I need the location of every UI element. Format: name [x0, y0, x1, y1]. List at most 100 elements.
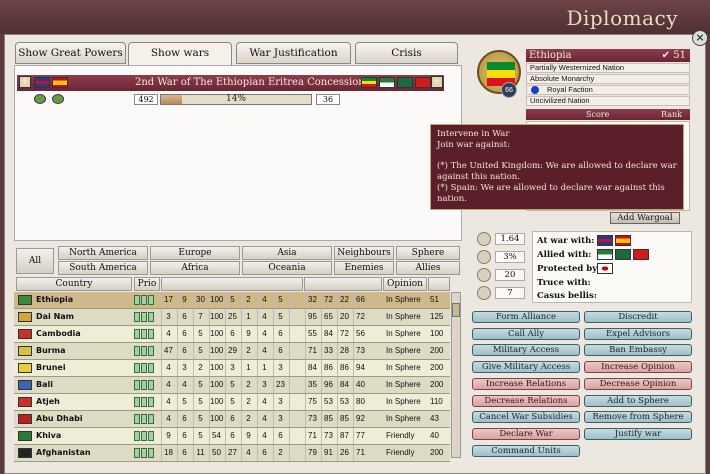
wars-list: [14, 65, 462, 241]
filter-neighbours[interactable]: Neighbours: [334, 246, 394, 260]
score-label: Score: [586, 110, 610, 119]
filter-all[interactable]: All: [16, 248, 54, 274]
tab-war-justification[interactable]: War Justification: [236, 42, 351, 64]
action-call-ally-button[interactable]: Call Ally: [472, 327, 580, 340]
ally-flag-a-icon[interactable]: [597, 249, 613, 260]
ally-flag-b-icon[interactable]: [615, 249, 631, 260]
action-command-units-button[interactable]: Command Units: [472, 444, 580, 457]
sort-influence-icon[interactable]: [428, 277, 450, 291]
action-expel-advisors-button[interactable]: Expel Advisors: [584, 327, 692, 340]
truce-label: Truce with:: [537, 278, 591, 288]
action-discredit-button[interactable]: Discredit: [584, 311, 692, 323]
priority-toggle[interactable]: [134, 431, 156, 441]
table-row[interactable]: Atjeh 4 5 5 100 5 2 4 3 75 53 53 80 In Sphere 110: [14, 394, 450, 411]
casus-label: Casus bellis:: [537, 291, 597, 301]
enemy-spain-flag-icon[interactable]: [615, 235, 631, 246]
table-cell: 92: [353, 411, 367, 427]
filter-asia[interactable]: Asia: [242, 246, 332, 260]
table-row[interactable]: Brunei 4 3 2 100 3 1 1 3 84 86 86 94 In Sphere 200: [14, 360, 450, 377]
table-cell: 71: [305, 428, 319, 444]
action-cancel-war-subsidies-button[interactable]: Cancel War Subsidies: [472, 411, 580, 424]
tab-great-powers[interactable]: Show Great Powers: [15, 42, 126, 64]
scroll-thumb[interactable]: [452, 303, 460, 317]
table-cell: 27: [225, 445, 239, 461]
table-cell: 6: [273, 326, 287, 342]
priority-toggle[interactable]: [134, 312, 156, 322]
table-row[interactable]: Afghanistan 18 6 11 50 27 4 6 2 79 91 26 71 Friendly 2…: [14, 445, 450, 462]
action-decrease-opinion-button[interactable]: Decrease Opinion: [584, 377, 692, 390]
priority-toggle[interactable]: [134, 295, 156, 305]
filter-south-america[interactable]: South America: [58, 261, 148, 275]
country-flag-icon: [18, 312, 32, 322]
action-military-access-button[interactable]: Military Access: [472, 344, 580, 357]
table-cell: [289, 326, 303, 342]
table-row[interactable]: Burma 47 6 5 100 29 2 4 6 71 33 28 73 In Sphere 200: [14, 343, 450, 360]
sort-opinion[interactable]: Opinion: [383, 277, 427, 291]
action-give-military-access-button[interactable]: Give Military Access: [472, 361, 580, 374]
table-cell: 53: [337, 394, 351, 410]
table-row[interactable]: Khiva 9 6 5 54 6 9 4 6 71 73 87 77 Friendly 40: [14, 428, 450, 445]
country-name-cell: Burma: [36, 346, 66, 355]
filter-europe[interactable]: Europe: [150, 246, 240, 260]
rank-badge: 66: [501, 82, 517, 98]
filter-oceania[interactable]: Oceania: [242, 261, 332, 275]
priority-toggle[interactable]: [134, 397, 156, 407]
prestige-icon: ✔: [661, 50, 670, 61]
sort-country[interactable]: Country: [16, 277, 132, 291]
intervene-tooltip: Intervene in War Join war against: (*) T…: [430, 124, 684, 210]
table-row[interactable]: Bali 4 4 5 100 5 2 3 23 35 96 84 40 In Sphere 200: [14, 377, 450, 394]
add-wargoal-button[interactable]: Add Wargoal: [610, 212, 680, 224]
filter-enemies[interactable]: Enemies: [334, 261, 394, 275]
table-cell: 25: [225, 309, 239, 325]
priority-toggle[interactable]: [134, 380, 156, 390]
priority-toggle[interactable]: [134, 363, 156, 373]
table-row[interactable]: Abu Dhabi 4 6 5 100 6 2 4 3 73 85 85 92 In Sphere 43: [14, 411, 450, 428]
action-increase-relations-button[interactable]: Increase Relations: [472, 377, 580, 390]
table-cell: 6: [273, 343, 287, 359]
protector-flag-icon[interactable]: [597, 263, 613, 274]
action-remove-from-sphere-button[interactable]: Remove from Sphere: [584, 411, 692, 424]
influence-cell: 125: [430, 312, 444, 321]
opinion-cell: In Sphere: [386, 414, 421, 423]
expand-war-button[interactable]: +: [19, 76, 31, 88]
table-row[interactable]: Cambodia 4 6 5 100 6 9 4 6 55 84 72 56 In Sphere 100: [14, 326, 450, 343]
table-scrollbar[interactable]: [451, 292, 461, 458]
action-form-alliance-button[interactable]: Form Alliance: [472, 311, 580, 323]
action-declare-war-button[interactable]: Declare War: [472, 427, 580, 440]
opinion-cell: In Sphere: [386, 346, 421, 355]
action-decrease-relations-button[interactable]: Decrease Relations: [472, 394, 580, 407]
action-justify-war-button[interactable]: Justify war: [584, 427, 692, 440]
action-ban-embassy-button[interactable]: Ban Embassy: [584, 344, 692, 357]
country-name-cell: Brunei: [36, 363, 66, 372]
tab-crisis[interactable]: Crisis: [355, 42, 458, 64]
enemy-uk-flag-icon[interactable]: [597, 235, 613, 246]
table-cell: 3: [273, 394, 287, 410]
table-cell: 100: [209, 360, 223, 376]
navy-icon: [477, 286, 491, 300]
filter-north-america[interactable]: North America: [58, 246, 148, 260]
table-row[interactable]: Dai Nam 3 6 7 100 25 1 4 5 95 65 20 72 In Sphere 125: [14, 309, 450, 326]
table-cell: 6: [225, 411, 239, 427]
priority-toggle[interactable]: [134, 329, 156, 339]
close-icon[interactable]: ×: [692, 30, 708, 46]
filter-sphere[interactable]: Sphere: [396, 246, 460, 260]
priority-toggle[interactable]: [134, 346, 156, 356]
war-entry[interactable]: + 2nd War of The Ethiopian Eritrea Conce…: [17, 75, 444, 91]
table-row[interactable]: Ethiopia 17 9 30 100 5 2 4 5 32 72 22 66 In Sphere 51: [14, 292, 450, 309]
sort-prio[interactable]: Prio: [134, 277, 160, 291]
tab-show-wars[interactable]: Show wars: [128, 42, 232, 66]
government-type: Absolute Monarchy: [526, 74, 690, 84]
intervene-button[interactable]: +: [431, 76, 443, 88]
priority-toggle[interactable]: [134, 448, 156, 458]
table-cell: 100: [209, 377, 223, 393]
ally-flag-c-icon[interactable]: [633, 249, 649, 260]
rank-label: Rank: [661, 110, 682, 119]
table-cell: [289, 377, 303, 393]
action-add-to-sphere-button[interactable]: Add to Sphere: [584, 394, 692, 407]
table-cell: 54: [209, 428, 223, 444]
filter-allies[interactable]: Allies: [396, 261, 460, 275]
priority-toggle[interactable]: [134, 414, 156, 424]
table-cell: 3: [225, 360, 239, 376]
filter-africa[interactable]: Africa: [150, 261, 240, 275]
action-increase-opinion-button[interactable]: Increase Opinion: [584, 361, 692, 374]
